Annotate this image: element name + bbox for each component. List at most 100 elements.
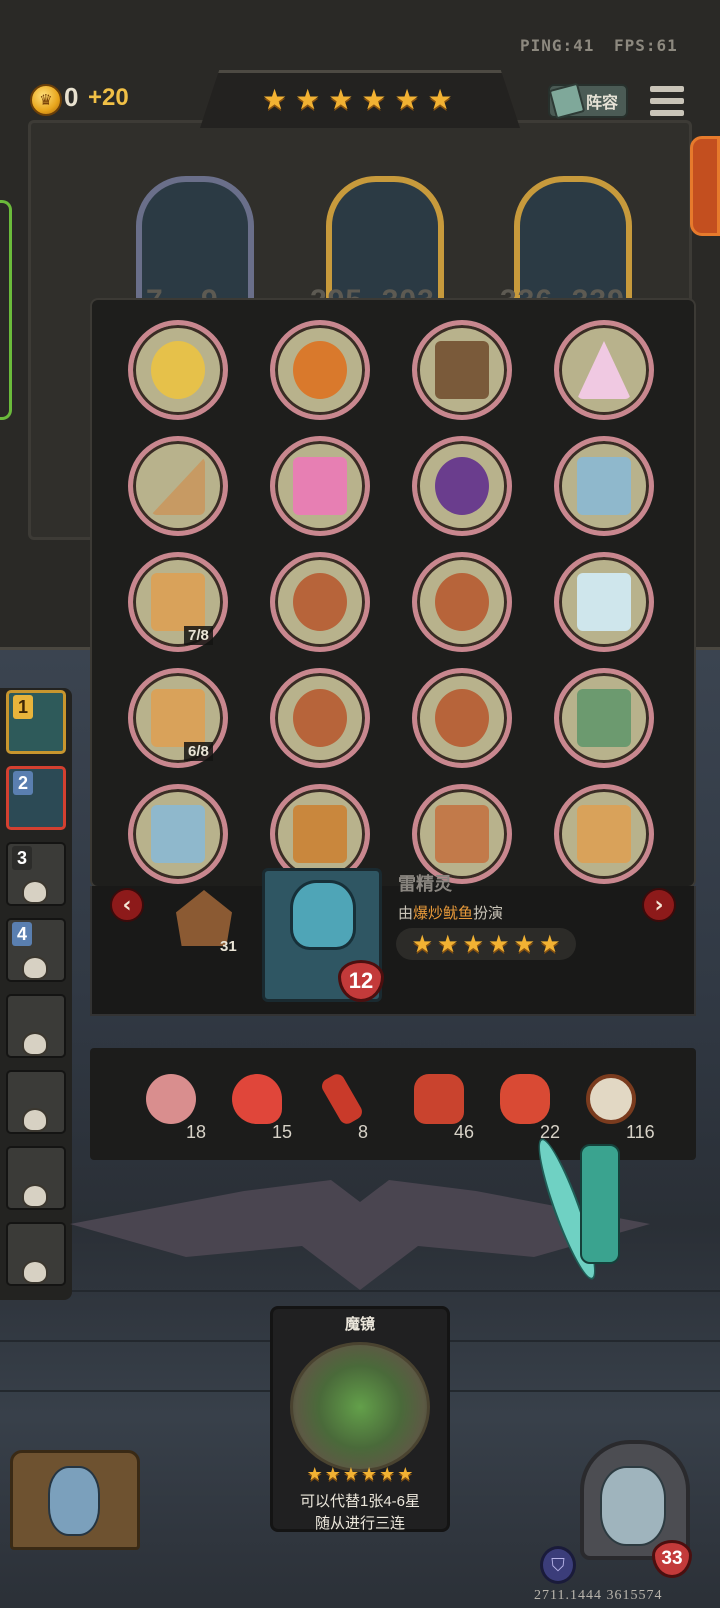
building-cake-stand[interactable] (554, 436, 654, 536)
building-donut-castle[interactable] (128, 552, 228, 652)
thunder-sprite-portrait (290, 880, 356, 950)
roster-slot-8[interactable] (6, 1222, 66, 1286)
star-icon: ★ (262, 83, 288, 116)
gold-value: 0 (64, 82, 79, 112)
skull-icon (22, 956, 48, 980)
roster-slot-7[interactable] (6, 1146, 66, 1210)
next-minion-button[interactable]: › (642, 888, 676, 922)
skull-icon (22, 1108, 48, 1132)
roster-number: 1 (13, 695, 33, 719)
shield-icon[interactable]: ⛉ (540, 1546, 576, 1584)
spell-card-description: 随从进行三连 (314, 1515, 405, 1532)
surfer-character (529, 1134, 642, 1284)
minion-voice-credit: 由爆炒鱿鱼扮演 (398, 905, 504, 922)
resource-count: 46 (454, 1122, 475, 1142)
skull-icon (22, 1260, 48, 1284)
drum-icon (586, 1074, 636, 1124)
star-icon: ★ (513, 930, 536, 958)
roster-slot-3[interactable]: 3 (6, 842, 66, 906)
building-donut-cannon[interactable] (270, 552, 370, 652)
building-grape-house[interactable] (412, 436, 512, 536)
roster-number: 2 (13, 771, 33, 795)
star-icon: ★ (328, 83, 354, 116)
resource-drum[interactable]: 116 (586, 1074, 655, 1142)
building-pumpkin-house[interactable] (270, 320, 370, 420)
hamburger-menu-icon[interactable] (650, 86, 684, 116)
building-donut-cannon[interactable] (270, 668, 370, 768)
resource-paw-flower[interactable]: 18 (146, 1074, 206, 1142)
building-donut-castle[interactable] (128, 668, 228, 768)
resource-firecracker[interactable]: 8 (318, 1071, 368, 1142)
resource-count: 15 (272, 1122, 293, 1142)
koi-fish-icon (232, 1074, 282, 1124)
building-donut-cannon[interactable] (412, 552, 512, 652)
paw-flower-icon (146, 1074, 196, 1124)
crown-coin-icon: ♛ (30, 84, 62, 116)
resource-koi-fish[interactable]: 15 (232, 1074, 292, 1142)
spell-card-stars: ★ ★ ★ ★ ★ ★ (290, 1466, 430, 1484)
gold-income: +20 (88, 84, 129, 111)
building-wooden-stairs[interactable] (128, 436, 228, 536)
lineup-label: 阵容 (585, 95, 618, 112)
lantern-icon (500, 1074, 550, 1124)
minion-detail-strip (90, 886, 696, 1016)
building-count: 6/8 (184, 742, 213, 761)
minion-name: 雷精灵 (398, 874, 452, 894)
star-icon: ★ (397, 1464, 414, 1485)
spell-card-title: 魔镜 (344, 1316, 375, 1333)
star-icon: ★ (324, 1464, 341, 1485)
roster-slot-5[interactable] (6, 994, 66, 1058)
skull-icon (22, 1032, 48, 1056)
skull-icon (22, 1184, 48, 1208)
roster-slot-4[interactable]: 4 (6, 918, 66, 982)
star-icon: ★ (342, 1464, 359, 1485)
star-icon: ★ (411, 930, 433, 958)
roster-number: 4 (12, 922, 32, 946)
building-gingerbread-house[interactable] (412, 784, 512, 884)
star-icon: ★ (379, 1464, 396, 1485)
spell-card-description: 可以代替1张4-6星 (299, 1493, 421, 1510)
building-gumball-machine[interactable] (270, 436, 370, 536)
fps-readout: FPS:61 (614, 36, 678, 55)
building-sugar-cube-pile[interactable] (554, 320, 654, 420)
star-icon: ★ (539, 930, 561, 958)
tavern-tier-stars: ★ ★ ★ ★ ★ ★ (262, 86, 453, 114)
building-lemon-house[interactable] (128, 320, 228, 420)
ping-readout: PING:41 (520, 36, 595, 55)
magic-mirror-art (290, 1342, 430, 1472)
resource-lantern[interactable]: 22 (500, 1074, 560, 1142)
skull-icon (22, 880, 48, 904)
star-icon: ★ (361, 1464, 378, 1485)
star-icon: ★ (295, 83, 321, 116)
roster-number: 3 (12, 846, 32, 870)
star-icon: ★ (306, 1464, 323, 1485)
building-market-stall[interactable] (554, 668, 654, 768)
star-icon: ★ (361, 83, 387, 116)
building-milk-bottle-shop[interactable] (554, 552, 654, 652)
building-wooden-shack[interactable] (412, 320, 512, 420)
build-id: 2711.1444 3615574 (534, 1588, 663, 1603)
side-panel-edge[interactable] (0, 200, 12, 420)
building-count: 7/8 (184, 626, 213, 645)
hut-count: 31 (220, 938, 237, 955)
tavern-keeper-face (48, 1466, 100, 1536)
star-icon: ★ (427, 83, 453, 116)
roster-slot-6[interactable] (6, 1070, 66, 1134)
star-icon: ★ (436, 930, 459, 958)
star-icon: ★ (394, 83, 420, 116)
player-hero-face (600, 1466, 666, 1546)
building-cake-stand[interactable] (128, 784, 228, 884)
star-icon: ★ (488, 930, 510, 958)
resource-count: 18 (186, 1122, 207, 1142)
building-donut-cannon[interactable] (412, 668, 512, 768)
prev-minion-button[interactable]: ‹ (110, 888, 144, 922)
roster-slot-2[interactable]: 2 (6, 766, 66, 830)
minion-star-rating: ★ ★ ★ ★ ★ ★ (396, 928, 576, 960)
resource-lucky-bag[interactable]: 46 (414, 1074, 474, 1142)
building-donut-castle[interactable] (554, 784, 654, 884)
star-icon: ★ (462, 930, 484, 958)
roster-slot-1[interactable]: 1 (6, 690, 66, 754)
resource-count: 8 (358, 1122, 369, 1142)
side-tab-button[interactable] (690, 136, 720, 236)
building-selection-panel: 7/8 6/8 (90, 298, 696, 888)
